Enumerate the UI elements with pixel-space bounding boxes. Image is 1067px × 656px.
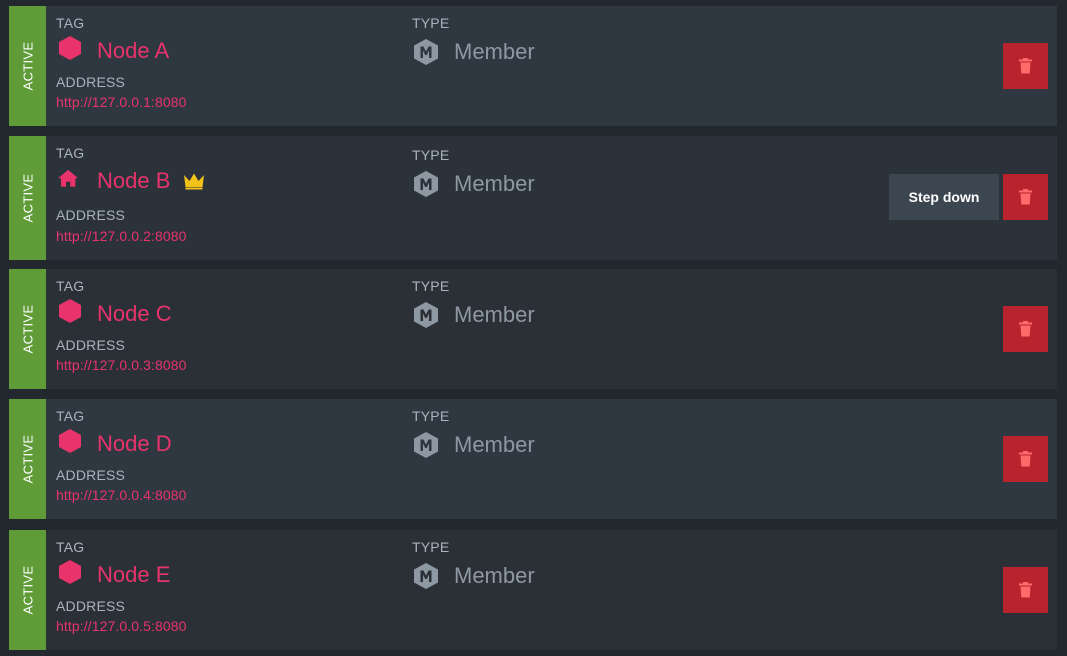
address-label: ADDRESS [56, 207, 126, 223]
state-strip: ACTIVE [9, 399, 46, 519]
state-label: ACTIVE [20, 41, 35, 91]
delete-node-button[interactable] [1003, 43, 1048, 89]
home-icon [58, 169, 79, 187]
delete-node-button[interactable] [1003, 567, 1048, 613]
type-value: Member [454, 39, 535, 64]
node-name: Node B [97, 168, 171, 193]
state-label: ACTIVE [20, 565, 35, 615]
state-strip: ACTIVE [9, 136, 46, 260]
tag-label: TAG [56, 539, 85, 555]
trash-icon [1019, 321, 1032, 337]
node-card: ACTIVE TAG Node B TYPE Member ADDRESS ht… [9, 136, 1057, 260]
crown-icon [184, 173, 204, 190]
node-name: Node D [97, 431, 172, 456]
address-label: ADDRESS [56, 598, 126, 614]
type-value: Member [454, 171, 535, 196]
address-label: ADDRESS [56, 74, 126, 90]
delete-node-button[interactable] [1003, 174, 1048, 220]
delete-node-button[interactable] [1003, 436, 1048, 482]
address-link[interactable]: http://127.0.0.2:8080 [56, 228, 187, 244]
address-link[interactable]: http://127.0.0.3:8080 [56, 357, 187, 373]
type-value: Member [454, 302, 535, 327]
tag-label: TAG [56, 278, 85, 294]
address-label: ADDRESS [56, 467, 126, 483]
address-link[interactable]: http://127.0.0.4:8080 [56, 487, 187, 503]
node-name: Node C [97, 301, 172, 326]
hexagon-icon [59, 36, 81, 60]
state-label: ACTIVE [20, 304, 35, 354]
state-label: ACTIVE [20, 434, 35, 484]
member-hexagon-icon [414, 171, 438, 197]
node-card: ACTIVE TAG Node D TYPE Member ADDRESS ht… [9, 399, 1057, 519]
member-hexagon-icon [414, 432, 438, 458]
state-strip: ACTIVE [9, 530, 46, 650]
address-link[interactable]: http://127.0.0.5:8080 [56, 618, 187, 634]
tag-label: TAG [56, 145, 85, 161]
node-name: Node E [97, 562, 171, 587]
node-name: Node A [97, 38, 170, 63]
delete-node-button[interactable] [1003, 306, 1048, 352]
type-label: TYPE [412, 147, 450, 163]
trash-icon [1019, 189, 1032, 205]
step-down-button[interactable]: Step down [889, 174, 999, 220]
tag-label: TAG [56, 408, 85, 424]
type-label: TYPE [412, 15, 450, 31]
trash-icon [1019, 58, 1032, 74]
hexagon-icon [59, 560, 81, 584]
type-value: Member [454, 432, 535, 457]
node-card: ACTIVE TAG Node C TYPE Member ADDRESS ht… [9, 269, 1057, 389]
type-value: Member [454, 563, 535, 588]
type-label: TYPE [412, 539, 450, 555]
state-strip: ACTIVE [9, 6, 46, 126]
node-card: ACTIVE TAG Node A TYPE Member ADDRESS ht… [9, 6, 1057, 126]
hexagon-icon [59, 299, 81, 323]
address-label: ADDRESS [56, 337, 126, 353]
trash-icon [1019, 582, 1032, 598]
trash-icon [1019, 451, 1032, 467]
type-label: TYPE [412, 408, 450, 424]
state-strip: ACTIVE [9, 269, 46, 389]
member-hexagon-icon [414, 563, 438, 589]
type-label: TYPE [412, 278, 450, 294]
node-card: ACTIVE TAG Node E TYPE Member ADDRESS ht… [9, 530, 1057, 650]
state-label: ACTIVE [20, 173, 35, 223]
address-link[interactable]: http://127.0.0.1:8080 [56, 94, 187, 110]
member-hexagon-icon [414, 39, 438, 65]
member-hexagon-icon [414, 302, 438, 328]
tag-label: TAG [56, 15, 85, 31]
hexagon-icon [59, 429, 81, 453]
